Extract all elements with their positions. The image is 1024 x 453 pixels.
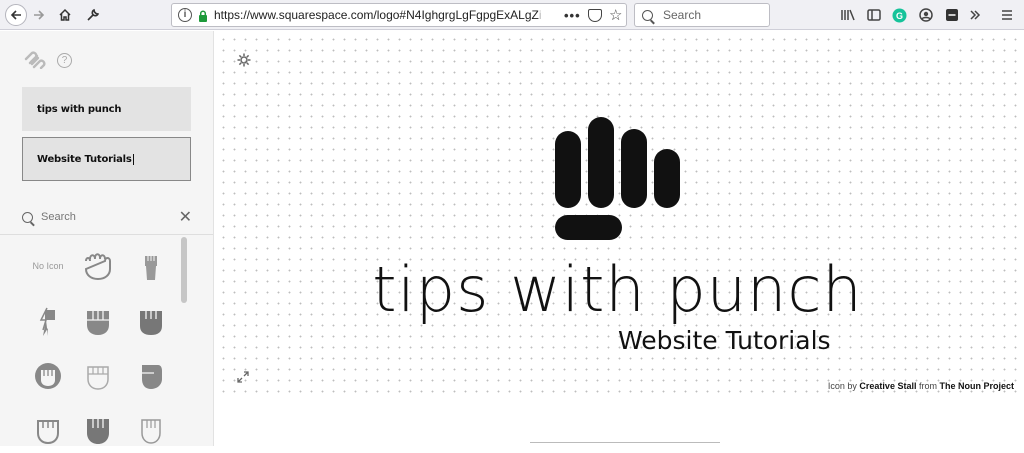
no-icon-label: No Icon xyxy=(32,261,64,271)
logo-subtitle: Website Tutorials xyxy=(618,326,831,355)
icon-search-input[interactable]: Search ✕ xyxy=(22,207,192,227)
search-icon xyxy=(642,9,653,21)
icon-grid: No Icon xyxy=(0,235,180,446)
icon-option-fist-dark[interactable] xyxy=(73,407,123,453)
fist-icon xyxy=(87,419,109,444)
search-bar[interactable]: Search xyxy=(634,3,770,27)
icon-option-fist-round[interactable] xyxy=(23,353,73,399)
lock-icon xyxy=(198,9,208,22)
icon-option-fist-side[interactable] xyxy=(126,353,176,399)
logo-subtitle-field[interactable]: Website Tutorials xyxy=(22,137,191,181)
icon-option-fist-front[interactable] xyxy=(73,299,123,345)
gear-icon[interactable] xyxy=(237,53,251,70)
logo-title: tips with punch xyxy=(372,253,863,326)
close-icon[interactable]: ✕ xyxy=(179,207,192,227)
pocket-icon[interactable] xyxy=(588,9,602,22)
expand-icon[interactable] xyxy=(237,371,249,386)
extension-icon[interactable] xyxy=(944,6,960,24)
fist-icon xyxy=(140,311,162,335)
icon-option-open-fist[interactable] xyxy=(73,243,123,289)
back-button[interactable] xyxy=(5,4,27,26)
icon-option-raised-fist[interactable] xyxy=(126,243,176,289)
fist-icon xyxy=(37,420,59,445)
fist-icon xyxy=(145,256,157,280)
icon-option-fist-solid[interactable] xyxy=(126,299,176,345)
home-button[interactable] xyxy=(55,4,75,26)
icon-search-placeholder: Search xyxy=(41,211,76,223)
wrench-icon xyxy=(87,8,100,21)
no-icon-option[interactable]: No Icon xyxy=(23,243,73,289)
page-actions-button[interactable]: ••• xyxy=(564,8,581,23)
arrow-left-icon xyxy=(10,10,21,20)
divider xyxy=(530,442,720,443)
url-text: https://www.squarespace.com/logo#N4Ighgr… xyxy=(214,8,542,22)
icon-option-lightning-fist[interactable] xyxy=(23,299,73,345)
sidebar-icon[interactable] xyxy=(866,6,882,24)
fist-icon xyxy=(39,307,55,336)
icon-option-fist-thin[interactable] xyxy=(126,407,176,453)
icon-option-fist-outline[interactable] xyxy=(73,353,123,399)
search-icon xyxy=(22,211,33,223)
fist-icon xyxy=(141,419,161,444)
logo-editor-panel: ? tips with punch Website Tutorials Sear… xyxy=(0,31,214,446)
fist-icon xyxy=(35,363,61,389)
svg-text:G: G xyxy=(895,11,902,21)
info-icon[interactable]: i xyxy=(178,8,192,22)
credit-prefix: Icon by xyxy=(827,381,857,391)
fist-icon xyxy=(555,117,680,240)
browser-toolbar: i https://www.squarespace.com/logo#N4Igh… xyxy=(0,0,1024,30)
help-icon[interactable]: ? xyxy=(57,53,72,68)
credit-author[interactable]: Creative Stall xyxy=(859,381,916,391)
url-bar[interactable]: i https://www.squarespace.com/logo#N4Igh… xyxy=(171,3,627,27)
home-icon xyxy=(59,8,71,21)
squarespace-logo[interactable] xyxy=(23,51,47,70)
credit-from: from xyxy=(918,381,937,391)
chevron-double-right-icon[interactable] xyxy=(967,6,983,24)
icon-credit: Icon by Creative Stall from The Noun Pro… xyxy=(828,381,1014,391)
star-icon[interactable]: ☆ xyxy=(609,6,622,24)
fist-icon xyxy=(142,365,162,389)
hamburger-menu-icon[interactable] xyxy=(1000,6,1014,24)
account-icon[interactable] xyxy=(918,6,934,24)
library-icon[interactable] xyxy=(840,6,856,24)
tools-button[interactable] xyxy=(83,4,103,26)
search-placeholder: Search xyxy=(663,8,702,22)
logo-title-field[interactable]: tips with punch xyxy=(22,87,191,131)
fist-icon xyxy=(87,311,109,335)
logo-subtitle-value: Website Tutorials xyxy=(37,153,132,165)
icon-option-fist-line[interactable] xyxy=(23,407,73,453)
logo-preview-canvas: tips with punch Website Tutorials Icon b… xyxy=(215,31,1024,393)
forward-button[interactable] xyxy=(30,4,48,26)
grammarly-icon[interactable]: G xyxy=(891,6,907,24)
credit-source[interactable]: The Noun Project xyxy=(939,381,1014,391)
fist-icon xyxy=(87,366,109,390)
canvas-footer xyxy=(215,393,1024,446)
text-caret xyxy=(132,153,134,165)
icon-grid-scrollbar[interactable] xyxy=(181,237,187,303)
fist-icon xyxy=(84,253,111,281)
logo-title-value: tips with punch xyxy=(37,103,122,115)
arrow-right-icon xyxy=(34,10,45,20)
